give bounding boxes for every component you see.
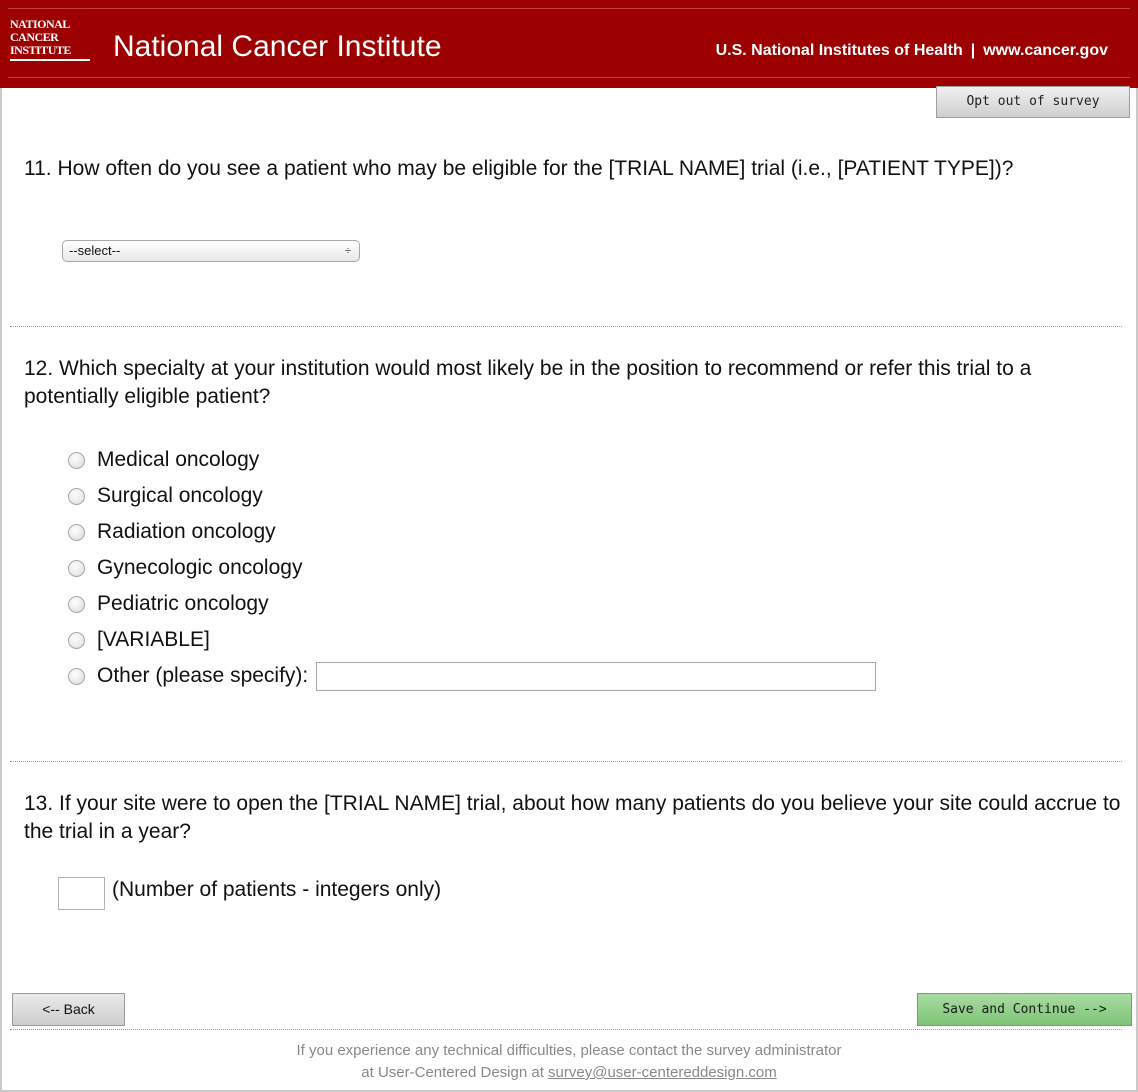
radio-button[interactable] [68, 487, 85, 505]
option-variable[interactable]: [VARIABLE] [68, 622, 876, 658]
option-label: Surgical oncology [97, 484, 263, 507]
radio-button[interactable] [68, 451, 85, 469]
opt-out-button[interactable]: Opt out of survey [936, 86, 1130, 118]
nci-logo[interactable]: NATIONAL CANCER INSTITUTE [10, 18, 90, 64]
question-12-text: 12. Which specialty at your institution … [24, 357, 1032, 408]
radio-button[interactable] [68, 559, 85, 577]
radio-button[interactable] [68, 667, 85, 685]
support-email-link[interactable]: survey@user-centereddesign.com [548, 1064, 777, 1081]
question-11-text: 11. How often do you see a patient who m… [24, 157, 1014, 180]
option-label: Medical oncology [97, 448, 260, 471]
select-arrows-icon: ÷ [344, 245, 351, 257]
footer-line-1: If you experience any technical difficul… [296, 1042, 842, 1059]
option-radiation-oncology[interactable]: Radiation oncology [68, 514, 876, 550]
nih-link[interactable]: U.S. National Institutes of Health [716, 42, 963, 59]
option-label: Pediatric oncology [97, 592, 269, 615]
option-label: Radiation oncology [97, 520, 276, 543]
option-gynecologic-oncology[interactable]: Gynecologic oncology [68, 550, 876, 586]
logo-underline [10, 59, 90, 61]
back-button[interactable]: <-- Back [12, 993, 125, 1026]
option-pediatric-oncology[interactable]: Pediatric oncology [68, 586, 876, 622]
save-continue-button[interactable]: Save and Continue --> [917, 993, 1132, 1026]
option-other[interactable]: Other (please specify): [68, 658, 877, 694]
frequency-select[interactable]: --select-- ÷ [62, 240, 360, 262]
option-label: Other (please specify): [97, 664, 309, 687]
specialty-options: Medical oncology Surgical oncology Radia… [68, 442, 877, 694]
site-header: NATIONAL CANCER INSTITUTE National Cance… [0, 0, 1138, 88]
select-value: --select-- [69, 243, 121, 258]
option-label: [VARIABLE] [97, 628, 210, 651]
option-medical-oncology[interactable]: Medical oncology [68, 442, 876, 478]
option-label: Gynecologic oncology [97, 556, 303, 579]
logo-line-3: INSTITUTE [10, 43, 71, 57]
question-13-text: 13. If your site were to open the [TRIAL… [24, 792, 1121, 843]
section-divider [10, 761, 1122, 762]
section-divider [10, 326, 1122, 327]
radio-button[interactable] [68, 523, 85, 541]
cancer-gov-link[interactable]: www.cancer.gov [983, 42, 1108, 59]
footer: If you experience any technical difficul… [0, 1040, 1138, 1084]
patient-count-label: (Number of patients - integers only) [112, 878, 442, 901]
footer-prefix: at User-Centered Design at [361, 1064, 549, 1081]
radio-button[interactable] [68, 631, 85, 649]
patient-count-input[interactable] [58, 877, 105, 910]
header-separator: | [970, 42, 976, 59]
radio-button[interactable] [68, 595, 85, 613]
footer-divider [10, 1029, 1122, 1030]
site-title[interactable]: National Cancer Institute [113, 30, 442, 64]
option-surgical-oncology[interactable]: Surgical oncology [68, 478, 876, 514]
header-links: U.S. National Institutes of Health | www.c… [716, 42, 1108, 60]
other-specify-input[interactable] [316, 661, 877, 691]
footer-line-2: at User-Centered Design at survey@user-c… [0, 1062, 1138, 1084]
